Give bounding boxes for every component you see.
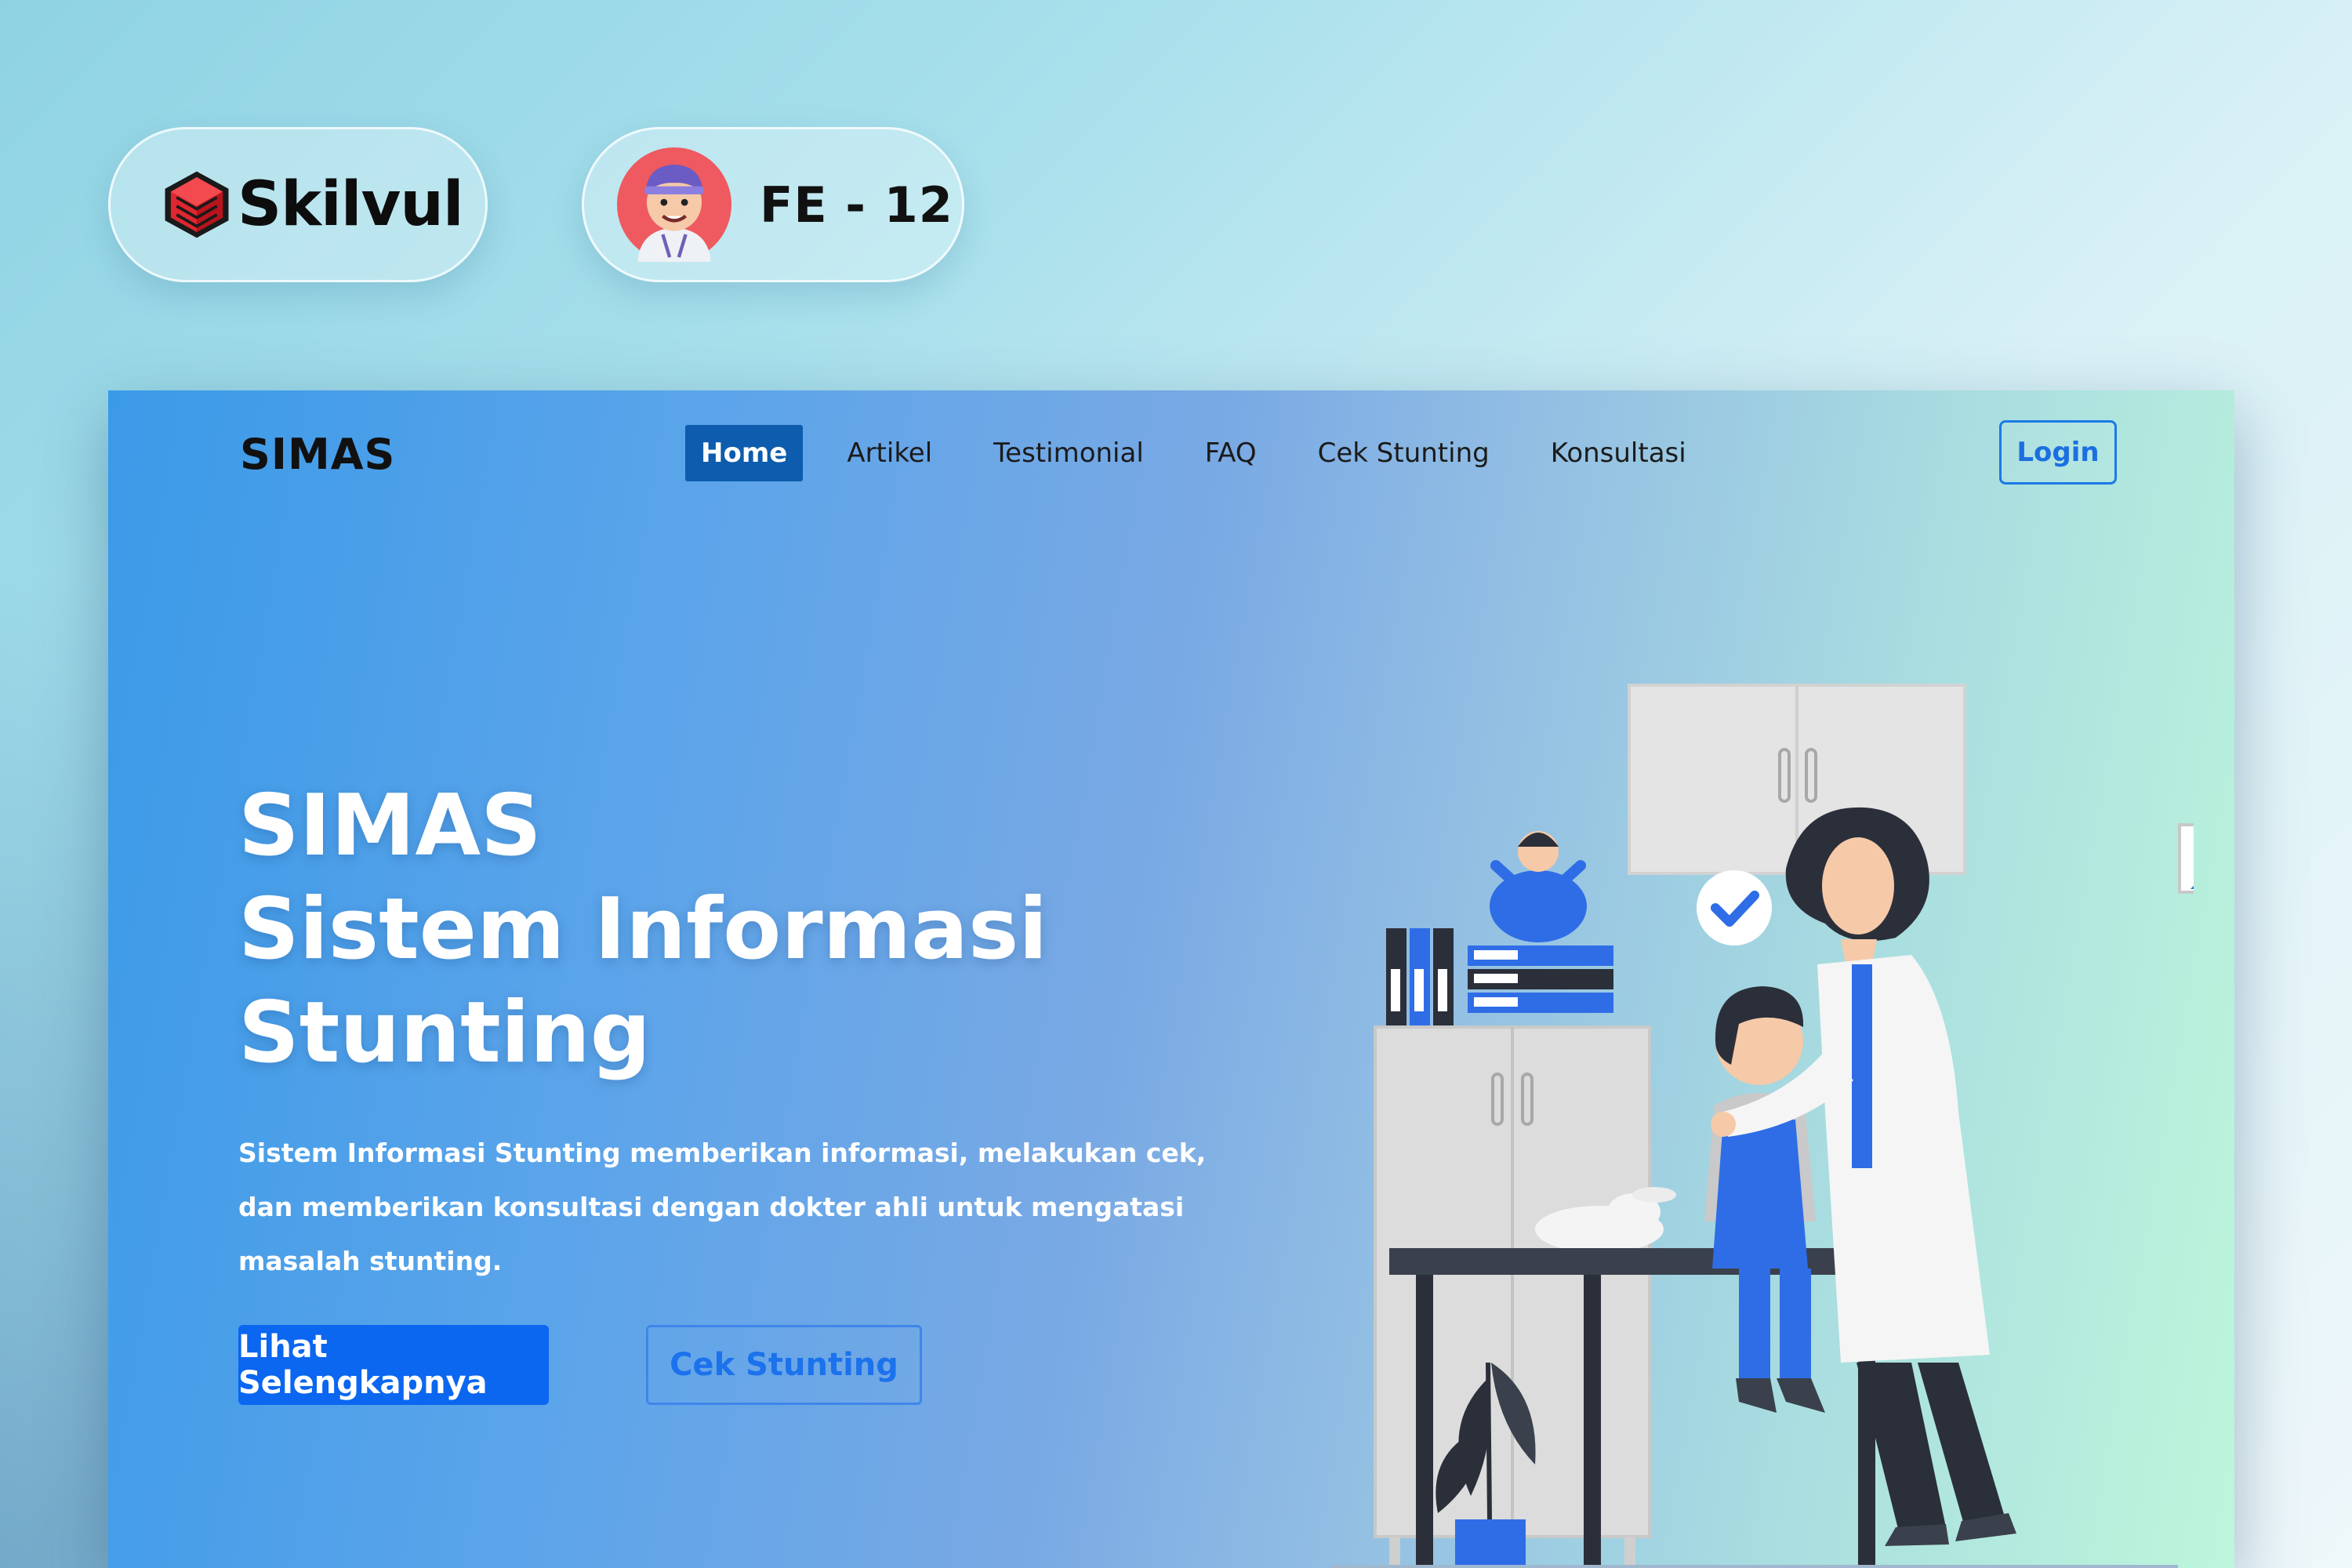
nav-item-testimonial[interactable]: Testimonial — [993, 425, 1144, 481]
brand-badge: Skilvul — [108, 127, 488, 282]
cek-stunting-button[interactable]: Cek Stunting — [646, 1325, 922, 1405]
nav-item-konsultasi[interactable]: Konsultasi — [1551, 425, 1686, 481]
brand-name: Skilvul — [238, 169, 464, 240]
nav-item-faq[interactable]: FAQ — [1205, 425, 1257, 481]
hero-description-line-1: Sistem Informasi Stunting memberikan inf… — [238, 1138, 1207, 1168]
website-screenshot: SIMAS Home Artikel Testimonial FAQ Cek S… — [108, 390, 2234, 1568]
hero-title-line-1: SIMAS — [238, 777, 542, 875]
team-label: FE - 12 — [760, 176, 953, 234]
hero-title-line-3: Stunting — [238, 984, 652, 1082]
team-badge: FE - 12 — [582, 127, 964, 282]
lihat-selengkapnya-button[interactable]: Lihat Selengkapnya — [238, 1325, 549, 1405]
login-button[interactable]: Login — [1999, 420, 2117, 485]
avatar — [617, 147, 731, 262]
hero-title: SIMAS Sistem Informasi Stunting — [238, 775, 1047, 1085]
main-nav: Home Artikel Testimonial FAQ Cek Stuntin… — [685, 425, 1748, 481]
nav-item-cek-stunting[interactable]: Cek Stunting — [1318, 425, 1490, 481]
check-circle-icon — [1697, 870, 1772, 946]
doctor-child-illustration — [1331, 684, 2194, 1568]
skilvul-logo-icon — [165, 171, 229, 238]
hero-description-line-3: masalah stunting. — [238, 1246, 503, 1276]
nav-item-artikel[interactable]: Artikel — [847, 425, 932, 481]
hero-description: Sistem Informasi Stunting memberikan inf… — [238, 1126, 1281, 1288]
nav-item-home[interactable]: Home — [685, 425, 804, 481]
hero-description-line-2: dan memberikan konsultasi dengan dokter … — [238, 1192, 1185, 1222]
site-logo[interactable]: SIMAS — [240, 430, 395, 479]
hero-title-line-2: Sistem Informasi — [238, 880, 1048, 978]
